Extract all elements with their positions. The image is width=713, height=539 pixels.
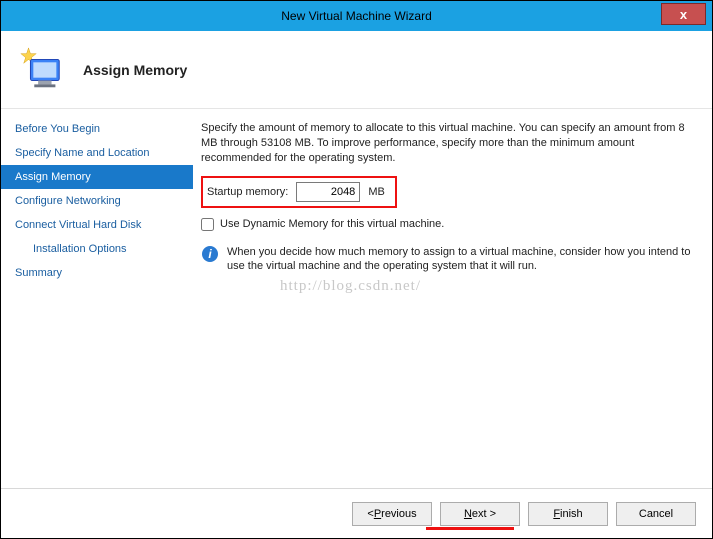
- sidebar-item-label: Connect Virtual Hard Disk: [15, 219, 141, 231]
- close-icon: x: [680, 7, 687, 22]
- sidebar-item-before-you-begin[interactable]: Before You Begin: [1, 117, 193, 141]
- wizard-header: Assign Memory: [1, 31, 712, 109]
- sidebar-item-label: Assign Memory: [15, 171, 91, 183]
- startup-memory-input[interactable]: [296, 182, 360, 202]
- description-text: Specify the amount of memory to allocate…: [201, 121, 696, 166]
- sidebar-item-label: Configure Networking: [15, 195, 121, 207]
- sidebar-item-label: Installation Options: [33, 243, 127, 255]
- next-button[interactable]: Next >: [440, 502, 520, 526]
- dynamic-memory-checkbox[interactable]: [201, 218, 214, 231]
- sidebar-item-specify-name[interactable]: Specify Name and Location: [1, 141, 193, 165]
- sidebar-item-label: Summary: [15, 267, 62, 279]
- sidebar: Before You Begin Specify Name and Locati…: [1, 109, 193, 488]
- wizard-icon: [17, 46, 65, 94]
- sidebar-item-label: Specify Name and Location: [15, 147, 150, 159]
- sidebar-item-installation-options[interactable]: Installation Options: [1, 237, 193, 261]
- info-row: i When you decide how much memory to ass…: [201, 245, 696, 275]
- page-title: Assign Memory: [83, 62, 187, 78]
- startup-memory-row: Startup memory: MB: [201, 176, 397, 208]
- close-button[interactable]: x: [661, 3, 706, 25]
- startup-memory-unit: MB: [368, 186, 385, 198]
- wizard-body: Before You Begin Specify Name and Locati…: [1, 109, 712, 488]
- dynamic-memory-label: Use Dynamic Memory for this virtual mach…: [220, 218, 444, 230]
- highlight-underline: [426, 527, 514, 530]
- info-icon: i: [201, 245, 219, 263]
- info-text: When you decide how much memory to assig…: [227, 245, 696, 275]
- sidebar-item-assign-memory[interactable]: Assign Memory: [1, 165, 193, 189]
- cancel-label: Cancel: [639, 508, 673, 520]
- footer: < Previous Next > Finish Cancel: [1, 488, 712, 538]
- window-title: New Virtual Machine Wizard: [1, 9, 712, 23]
- sidebar-item-summary[interactable]: Summary: [1, 261, 193, 285]
- startup-memory-label: Startup memory:: [207, 186, 288, 198]
- content-pane: Specify the amount of memory to allocate…: [193, 109, 712, 488]
- sidebar-item-configure-networking[interactable]: Configure Networking: [1, 189, 193, 213]
- dynamic-memory-row: Use Dynamic Memory for this virtual mach…: [201, 218, 696, 231]
- finish-button[interactable]: Finish: [528, 502, 608, 526]
- titlebar: New Virtual Machine Wizard x: [1, 1, 712, 31]
- sidebar-item-label: Before You Begin: [15, 123, 100, 135]
- sidebar-item-connect-vhd[interactable]: Connect Virtual Hard Disk: [1, 213, 193, 237]
- cancel-button[interactable]: Cancel: [616, 502, 696, 526]
- previous-button[interactable]: < Previous: [352, 502, 432, 526]
